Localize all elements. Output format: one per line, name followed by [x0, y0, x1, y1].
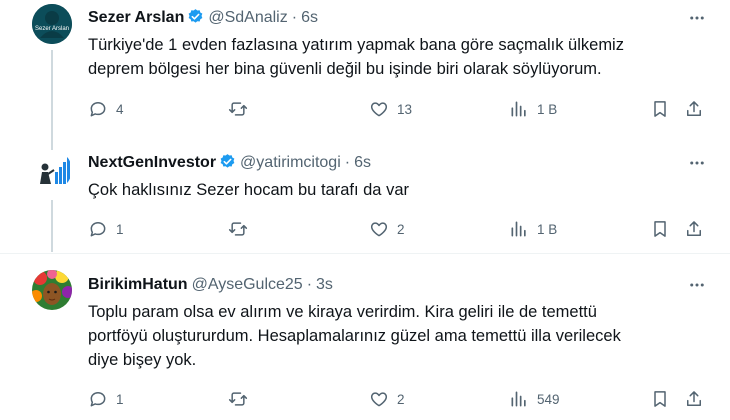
retweet-icon — [228, 102, 248, 116]
like-button[interactable]: 2 — [369, 389, 405, 409]
tweet-text: Toplu param olsa ev alırım ve kiraya ver… — [88, 300, 688, 372]
reply-count: 4 — [116, 101, 124, 117]
reply-icon — [90, 102, 106, 117]
author-name[interactable]: BirikimHatun — [88, 276, 188, 293]
separator: · — [291, 9, 298, 26]
more-icon[interactable] — [688, 9, 706, 27]
reply-count: 1 — [116, 221, 124, 237]
like-count: 2 — [397, 391, 405, 407]
avatar[interactable]: Sezer Arslan — [32, 4, 72, 44]
tweet[interactable]: Sezer Arslan Sezer Arslan @SdAnaliz · 6s Tü… — [0, 0, 730, 140]
like-icon — [370, 222, 388, 237]
views-count: 1 B — [537, 101, 558, 117]
reply-count: 1 — [116, 391, 124, 407]
like-count: 2 — [397, 221, 405, 237]
timestamp[interactable]: 6s — [301, 9, 318, 26]
bookmark-icon — [654, 221, 666, 237]
reply-button[interactable]: 1 — [88, 389, 124, 409]
bookmark-icon — [654, 391, 666, 407]
views-icon — [511, 101, 526, 117]
author-handle[interactable]: @yatirimcitogi — [240, 154, 341, 171]
like-button[interactable]: 13 — [369, 99, 412, 119]
separator: · — [306, 276, 313, 293]
action-bar: 1 2 549 — [88, 389, 708, 411]
like-icon — [370, 392, 388, 407]
views-icon — [511, 391, 526, 407]
like-count: 13 — [397, 101, 413, 117]
author-name[interactable]: NextGenInvestor — [88, 154, 216, 171]
bookmark-button[interactable] — [650, 99, 670, 119]
tweet-text-line: Türkiye'de 1 evden fazlasına yatırım yap… — [88, 36, 624, 54]
share-icon — [687, 101, 701, 116]
like-button[interactable]: 2 — [369, 219, 405, 239]
tweet-text: Türkiye'de 1 evden fazlasına yatırım yap… — [88, 33, 688, 81]
share-icon — [687, 221, 701, 236]
views-count: 549 — [537, 391, 560, 407]
author-name[interactable]: Sezer Arslan — [88, 9, 184, 26]
avatar[interactable] — [32, 150, 72, 190]
author-handle[interactable]: @SdAnaliz — [208, 9, 287, 26]
retweet-button[interactable] — [228, 219, 256, 239]
bookmark-button[interactable] — [650, 389, 670, 409]
bookmark-icon — [654, 101, 666, 117]
author-handle[interactable]: @AyseGulce25 — [192, 276, 303, 293]
bookmark-button[interactable] — [650, 219, 670, 239]
retweet-icon — [228, 222, 248, 236]
avatar[interactable] — [32, 270, 72, 310]
verified-icon — [220, 154, 235, 168]
tweet-text-line: Toplu param olsa ev alırım ve kiraya ver… — [88, 303, 597, 321]
timestamp[interactable]: 3s — [316, 276, 333, 293]
svg-text:Sezer Arslan: Sezer Arslan — [35, 26, 69, 32]
views-icon — [511, 221, 526, 237]
tweet-text-line: deprem bölgesi her bina güvenli değil bu… — [88, 60, 602, 78]
reply-button[interactable]: 4 — [88, 99, 124, 119]
avatar-image — [32, 270, 72, 310]
views-count: 1 B — [537, 221, 558, 237]
reply-button[interactable]: 1 — [88, 219, 124, 239]
timestamp[interactable]: 6s — [354, 154, 371, 171]
tweet-text: Çok haklısınız Sezer hocam bu tarafı da … — [88, 178, 688, 202]
views-button[interactable]: 1 B — [509, 99, 557, 119]
like-icon — [370, 102, 388, 117]
share-button[interactable] — [684, 219, 704, 239]
tweet-text-line: Çok haklısınız Sezer hocam bu tarafı da … — [88, 181, 409, 199]
tweet-text-line: diye bişey yok. — [88, 351, 197, 369]
tweet-text-line: portföyü oluştururdum. Hesaplamalarınız … — [88, 327, 621, 345]
tweet[interactable]: NextGenInvestor @yatirimcitogi · 6s Çok hak… — [0, 140, 730, 253]
reply-icon — [90, 222, 106, 237]
verified-icon — [188, 9, 203, 23]
avatar-image — [32, 150, 72, 190]
separator: · — [344, 154, 351, 171]
action-bar: 4 13 1 B — [88, 99, 708, 121]
share-button[interactable] — [684, 99, 704, 119]
retweet-button[interactable] — [228, 389, 256, 409]
share-icon — [687, 391, 701, 406]
retweet-button[interactable] — [228, 99, 256, 119]
more-icon[interactable] — [688, 154, 706, 172]
tweet[interactable]: BirikimHatun @AyseGulce25 · 3s Toplu param … — [0, 254, 730, 420]
retweet-icon — [228, 392, 248, 406]
more-icon[interactable] — [688, 276, 706, 294]
action-bar: 1 2 1 B — [88, 219, 708, 241]
share-button[interactable] — [684, 389, 704, 409]
avatar-image: Sezer Arslan — [32, 4, 72, 44]
reply-icon — [90, 392, 106, 407]
views-button[interactable]: 1 B — [509, 219, 557, 239]
views-button[interactable]: 549 — [509, 389, 560, 409]
